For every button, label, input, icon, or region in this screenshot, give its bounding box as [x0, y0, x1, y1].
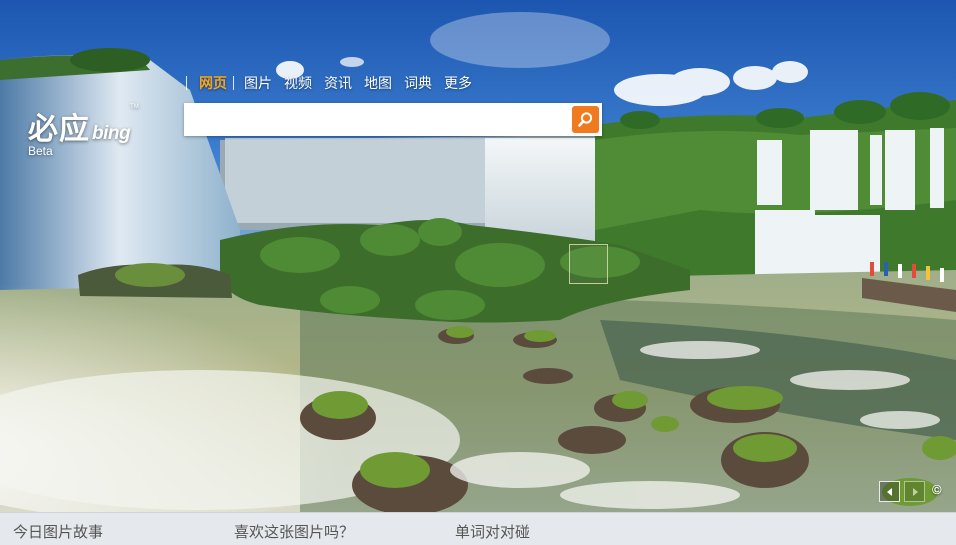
nav-item-maps[interactable]: 地图	[358, 74, 398, 92]
like-image-link[interactable]: 喜欢这张图片吗？	[234, 521, 354, 542]
bottom-bar: 今日图片故事 喜欢这张图片吗？ 单词对对碰	[0, 512, 956, 545]
copyright-icon[interactable]: ©	[932, 482, 942, 497]
search-button[interactable]	[572, 106, 599, 133]
background-waterfall-image	[0, 0, 956, 512]
image-hotspot[interactable]	[569, 244, 608, 284]
nav-item-dictionary[interactable]: 词典	[398, 74, 438, 92]
logo-english: bing	[92, 123, 131, 144]
next-image-button[interactable]	[904, 481, 925, 502]
beta-label: Beta	[28, 144, 53, 158]
search-box	[184, 103, 602, 136]
logo-chinese: 必应	[28, 112, 90, 147]
previous-image-button[interactable]	[879, 481, 900, 502]
top-nav: 网页 图片 视频 资讯 地图 词典 更多	[186, 74, 478, 92]
word-match-link[interactable]: 单词对对碰	[455, 521, 530, 542]
nav-item-web[interactable]: 网页	[191, 74, 233, 92]
prev-arrow-icon	[886, 487, 892, 496]
nav-divider	[186, 76, 187, 90]
homepage: 网页 图片 视频 资讯 地图 词典 更多 必应 bing TM Beta © 今日…	[0, 0, 956, 545]
nav-item-more[interactable]: 更多	[438, 74, 478, 92]
nav-divider	[233, 76, 234, 90]
image-story-link[interactable]: 今日图片故事	[13, 521, 103, 542]
search-icon	[578, 112, 593, 127]
bing-logo: 必应 bing TM Beta	[28, 104, 139, 158]
nav-item-videos[interactable]: 视频	[278, 74, 318, 92]
logo-trademark: TM	[130, 104, 139, 110]
next-arrow-icon	[912, 487, 918, 496]
search-input[interactable]	[184, 105, 572, 134]
nav-item-news[interactable]: 资讯	[318, 74, 358, 92]
nav-item-images[interactable]: 图片	[238, 74, 278, 92]
